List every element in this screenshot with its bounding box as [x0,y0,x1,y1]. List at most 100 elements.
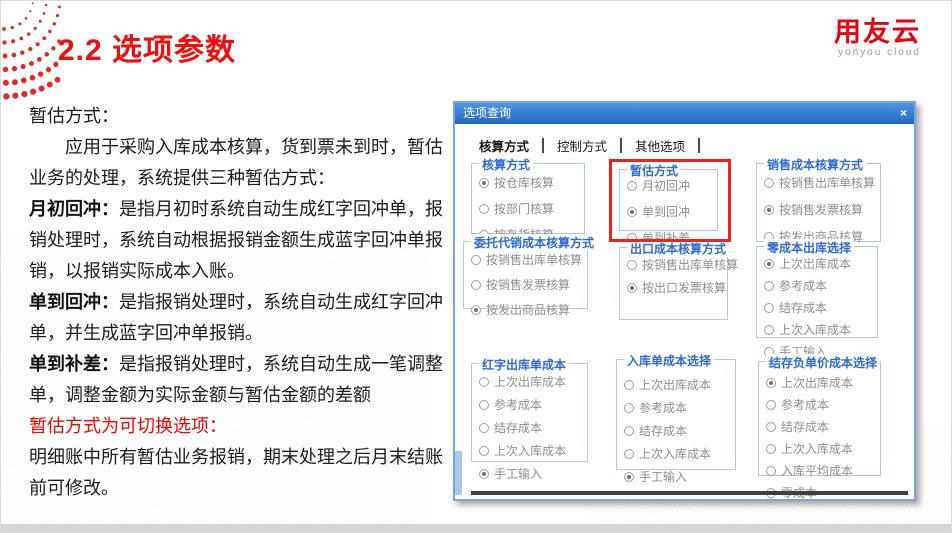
radio-icon [479,446,489,456]
text-item-1: 月初回冲：是指月初时系统自动生成红字回冲单，报销处理时，系统自动根据报销金额生成… [29,194,445,287]
radio-icon [479,377,489,387]
radio-label: 按销售出库单核算 [779,174,875,191]
radio-icon [764,303,774,313]
radio-option[interactable]: 结存成本 [766,418,878,435]
radio-option[interactable]: 上次入库成本 [479,442,585,459]
radio-icon [471,305,481,315]
radio-label: 参考成本 [781,396,829,413]
radio-option[interactable]: 上次出库成本 [766,374,878,391]
group-red-outbound-cost: 红字出库单成本 上次出库成本 参考成本 结存成本 上次入库成本 手工输入 [471,363,588,462]
radio-label: 参考成本 [494,396,542,413]
radio-label: 结存成本 [781,418,829,435]
vertical-scrollbar-thumb[interactable] [455,451,462,495]
radio-option[interactable]: 上次入库成本 [624,445,733,462]
radio-option[interactable]: 按仓库核算 [479,174,582,191]
radio-option[interactable]: 按出口发票核算 [627,279,725,296]
radio-icon [627,181,637,191]
term-bill-offset: 单到回冲： [29,292,119,312]
radio-icon [624,426,634,436]
group-title: 暂估方式 [627,162,681,179]
radio-label: 手工输入 [494,465,542,482]
radio-option[interactable]: 上次出库成本 [479,373,585,390]
radio-label: 结存成本 [639,422,687,439]
radio-label: 按销售出库单核算 [486,251,582,268]
dialog-tabs: 核算方式 控制方式 其他选项 [479,134,713,157]
group-title: 入库单成本选择 [624,352,714,369]
radio-label: 按销售出库单核算 [642,256,738,273]
radio-option[interactable]: 上次出库成本 [764,255,875,272]
tab-accounting-method[interactable]: 核算方式 [479,134,529,157]
dotted-swirl-decoration [1,1,63,107]
radio-icon [471,280,481,290]
radio-icon [479,400,489,410]
logo-text: 用友云 [834,17,921,47]
radio-label: 上次出库成本 [781,374,853,391]
radio-option[interactable]: 按销售发票核算 [764,201,878,218]
tab-control-method[interactable]: 控制方式 [557,134,607,157]
dialog-title: 选项查询 [463,106,511,120]
group-zero-cost-outbound: 零成本出库选择 上次出库成本 参考成本 结存成本 上次入库成本 手工输入 [756,246,878,338]
radio-label: 手工输入 [639,468,687,485]
text-heading: 暂估方式： [29,101,445,132]
radio-icon [479,178,489,188]
radio-label: 参考成本 [779,277,827,294]
radio-option[interactable]: 单到回冲 [627,203,715,220]
radio-icon [764,325,774,335]
radio-option[interactable]: 按销售出库单核算 [627,256,725,273]
radio-option[interactable]: 参考成本 [766,396,878,413]
radio-icon [624,472,634,482]
slide-background: 2.2 选项参数 用友云 yonyou cloud 暂估方式： 应用于采购入库成… [0,0,952,533]
radio-option[interactable]: 上次出库成本 [624,376,733,393]
radio-option[interactable]: 参考成本 [624,399,733,416]
radio-icon [764,205,774,215]
radio-label: 按仓库核算 [494,174,554,191]
radio-option[interactable]: 结存成本 [624,422,733,439]
radio-icon [627,283,637,293]
radio-icon [764,281,774,291]
group-title: 结存负单价成本选择 [766,354,880,371]
radio-icon [627,207,637,217]
radio-option[interactable]: 参考成本 [479,396,585,413]
radio-option[interactable]: 按销售出库单核算 [764,174,878,191]
radio-icon [479,204,489,214]
radio-label: 上次入库成本 [639,445,711,462]
radio-label: 按发出商品核算 [486,301,570,318]
radio-label: 按部门核算 [494,200,554,217]
tab-separator [620,138,622,153]
radio-label: 按销售发票核算 [779,201,863,218]
radio-label: 月初回冲 [642,177,690,194]
radio-icon [624,449,634,459]
radio-label: 上次出库成本 [779,255,851,272]
horizontal-scrollbar[interactable] [471,491,908,495]
text-closing: 明细账中所有暂估业务报销，期末处理之后月末结账前可修改。 [29,442,445,504]
radio-option[interactable]: 结存成本 [764,299,875,316]
radio-icon [627,260,637,270]
dialog-titlebar[interactable]: 选项查询 × [455,103,914,124]
radio-icon [766,378,776,388]
radio-option[interactable]: 手工输入 [479,465,585,482]
radio-option[interactable]: 结存成本 [479,419,585,436]
radio-option[interactable]: 参考成本 [764,277,875,294]
term-bill-adjust: 单到补差： [29,354,119,374]
radio-label: 上次入库成本 [779,321,851,338]
radio-option[interactable]: 按部门核算 [479,200,582,217]
radio-option[interactable]: 月初回冲 [627,177,715,194]
group-sales-cost-method: 销售成本核算方式 按销售出库单核算 按销售发票核算 按发出商品核算 [756,163,881,242]
radio-option[interactable]: 手工输入 [624,468,733,485]
options-dialog: 选项查询 × 核算方式 控制方式 其他选项 核算方式 按仓库核算 按部门核算 按… [453,101,916,501]
radio-option[interactable]: 按销售出库单核算 [471,251,585,268]
radio-option[interactable]: 入库平均成本 [766,462,878,479]
radio-option[interactable]: 按发出商品核算 [471,301,585,318]
logo-subtext: yonyou cloud [834,47,921,58]
radio-option[interactable]: 按销售发票核算 [471,276,585,293]
close-icon[interactable]: × [900,103,907,124]
radio-icon [766,466,776,476]
tab-other-options[interactable]: 其他选项 [635,134,685,157]
radio-option[interactable]: 上次入库成本 [766,440,878,457]
group-negative-balance-cost: 结存负单价成本选择 上次出库成本 参考成本 结存成本 上次入库成本 入库平均成本… [758,361,881,476]
radio-label: 结存成本 [494,419,542,436]
footer-band [1,524,951,532]
radio-label: 按出口发票核算 [642,279,726,296]
radio-option[interactable]: 上次入库成本 [764,321,875,338]
term-month-begin: 月初回冲： [29,199,119,219]
